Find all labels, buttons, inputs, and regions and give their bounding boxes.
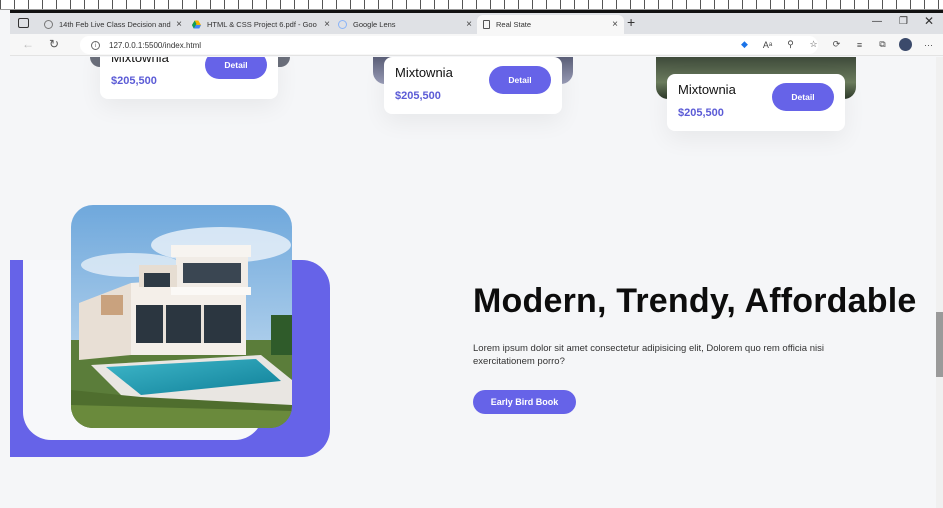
tag-icon[interactable]: ◆ [738, 39, 751, 50]
tab-3[interactable]: Google Lens × [332, 15, 478, 34]
tab-label: Google Lens [353, 20, 396, 29]
scrollbar-thumb[interactable] [936, 312, 943, 377]
close-icon[interactable]: × [324, 19, 330, 30]
zoom-icon[interactable]: ⚲ [784, 39, 797, 50]
house-image [71, 205, 292, 428]
detail-button[interactable]: Detail [205, 57, 267, 79]
scrollbar[interactable] [936, 57, 943, 508]
tab-label: HTML & CSS Project 6.pdf - Goo [207, 20, 317, 29]
refresh-icon[interactable]: ↻ [49, 37, 59, 51]
close-icon[interactable]: × [612, 19, 618, 30]
avatar[interactable] [899, 38, 912, 51]
listing-card-1: Mixtownia $205,500 Detail [100, 57, 278, 99]
listing-card-3: Mixtownia $205,500 Detail [667, 74, 845, 131]
listing-price: $205,500 [395, 90, 441, 102]
restore-button[interactable]: ❐ [899, 16, 908, 27]
back-icon[interactable]: ← [22, 37, 34, 51]
url-text: 127.0.0.1:5500/index.html [109, 40, 202, 50]
close-icon[interactable]: × [176, 19, 182, 30]
favorite-add-icon[interactable]: ☆ [807, 39, 820, 50]
hero-heading: Modern, Trendy, Affordable [473, 282, 917, 320]
ruler [0, 0, 943, 10]
tab-4[interactable]: Real State × [477, 15, 624, 34]
tab-label: 14th Feb Live Class Decision and [59, 20, 171, 29]
tab-bar: 14th Feb Live Class Decision and × HTML … [10, 10, 943, 34]
toolbar: ◆ Aᵃ ⚲ ☆ ⟳ ≡ ⧉ ··· [738, 38, 935, 51]
lens-icon [338, 20, 347, 29]
tab-label: Real State [496, 20, 532, 29]
detail-button[interactable]: Detail [489, 66, 551, 94]
new-tab-button[interactable]: + [627, 14, 635, 30]
address-bar: ← ↻ i 127.0.0.1:5500/index.html ◆ Aᵃ ⚲ ☆… [10, 34, 943, 56]
url-field[interactable]: i 127.0.0.1:5500/index.html [80, 36, 818, 54]
favorites-icon[interactable]: ≡ [853, 40, 866, 50]
minimize-button[interactable]: — [872, 16, 882, 27]
tab-2[interactable]: HTML & CSS Project 6.pdf - Goo × [186, 15, 336, 34]
hero-description: Lorem ipsum dolor sit amet consectetur a… [473, 343, 824, 367]
early-bird-book-button[interactable]: Early Bird Book [473, 390, 576, 414]
more-icon[interactable]: ··· [922, 40, 935, 50]
collections-icon[interactable]: ⧉ [876, 39, 889, 50]
detail-button[interactable]: Detail [772, 83, 834, 111]
listing-price: $205,500 [111, 75, 157, 87]
page-icon [483, 20, 490, 29]
read-aloud-icon[interactable]: Aᵃ [761, 40, 774, 50]
listing-price: $205,500 [678, 107, 724, 119]
extensions-icon[interactable]: ⟳ [830, 39, 843, 50]
close-window-button[interactable]: ✕ [924, 14, 934, 28]
info-icon[interactable]: i [91, 40, 100, 50]
close-icon[interactable]: × [466, 19, 472, 30]
listing-name: Mixtownia [678, 82, 736, 97]
listing-name: Mixtownia [395, 65, 453, 80]
tab-1[interactable]: 14th Feb Live Class Decision and × [38, 15, 188, 34]
drive-icon [192, 20, 201, 29]
globe-icon [44, 20, 53, 29]
listing-card-2: Mixtownia $205,500 Detail [384, 57, 562, 114]
tab-actions-icon[interactable] [18, 18, 29, 28]
page-content: Mixtownia $205,500 Detail Mixtownia $205… [10, 57, 936, 508]
listing-name: Mixtownia [111, 57, 169, 65]
